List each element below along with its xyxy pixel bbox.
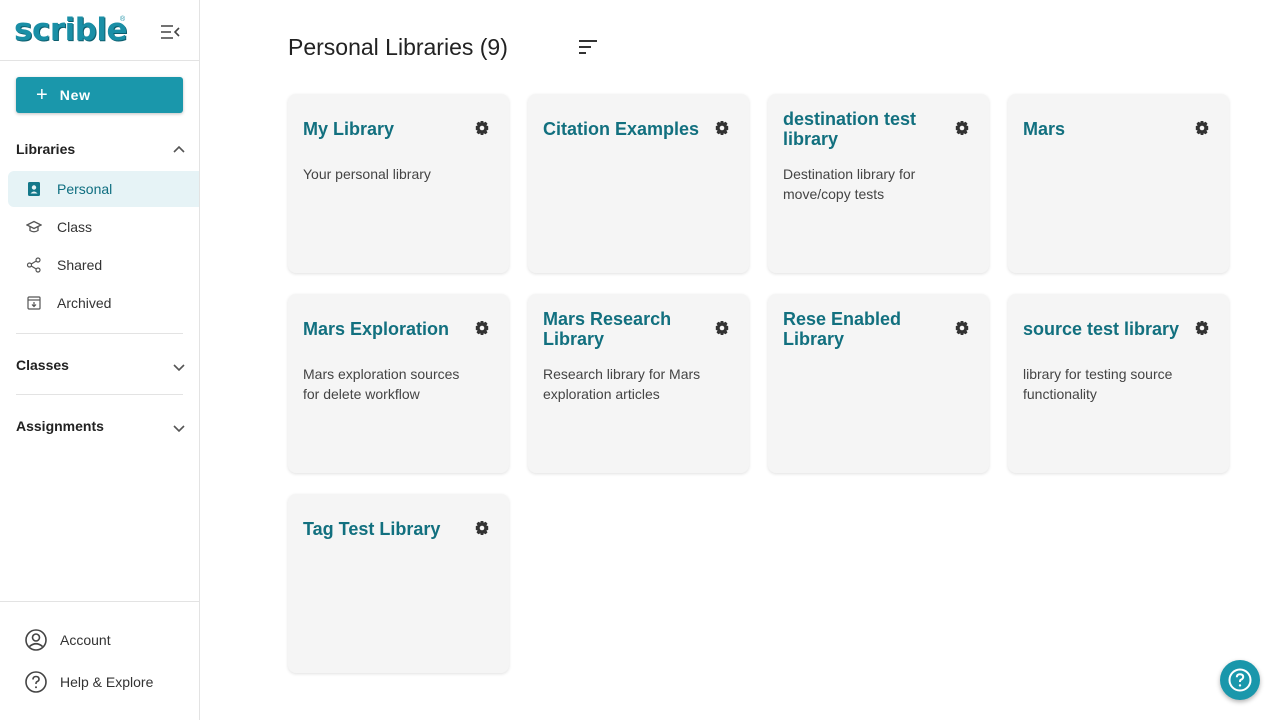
divider	[16, 333, 183, 334]
library-card-title: Citation Examples	[543, 119, 700, 139]
classes-section-toggle[interactable]: Classes	[16, 353, 186, 377]
logo-row: scrible ®	[0, 0, 199, 61]
gear-icon[interactable]	[1193, 319, 1211, 337]
gear-icon[interactable]	[953, 319, 971, 337]
share-icon	[26, 257, 42, 273]
sort-icon[interactable]	[576, 37, 600, 57]
library-card-title: Mars Exploration	[303, 319, 450, 339]
library-card-description: library for testing source functionality	[1023, 366, 1173, 402]
libraries-section-toggle[interactable]: Libraries	[16, 137, 186, 161]
library-card-source-test-library[interactable]: source test library library for testing …	[1008, 294, 1229, 473]
graduation-cap-icon	[26, 219, 42, 235]
account-circle-icon	[25, 629, 47, 651]
library-card-mars-exploration[interactable]: Mars Exploration Mars exploration source…	[288, 294, 509, 473]
account-button[interactable]: Account	[24, 627, 111, 653]
gear-icon[interactable]	[713, 119, 731, 137]
library-card-title: source test library	[1023, 319, 1180, 339]
assignments-section-title: Assignments	[16, 418, 104, 434]
sidebar: scrible ® + New Libraries Personal Class…	[0, 0, 200, 720]
archive-icon	[26, 295, 42, 311]
sidebar-item-archived[interactable]: Archived	[8, 285, 199, 321]
sidebar-item-class[interactable]: Class	[8, 209, 199, 245]
gear-icon[interactable]	[713, 319, 731, 337]
gear-icon[interactable]	[1193, 119, 1211, 137]
library-card-my-library[interactable]: My Library Your personal library	[288, 94, 509, 273]
gear-icon[interactable]	[473, 519, 491, 537]
help-circle-icon	[1228, 668, 1252, 692]
divider	[16, 394, 183, 395]
gear-icon[interactable]	[473, 119, 491, 137]
sidebar-item-shared[interactable]: Shared	[8, 247, 199, 283]
library-card-title: Mars Research Library	[543, 309, 672, 349]
library-card-title: Mars	[1023, 119, 1066, 139]
gear-icon[interactable]	[953, 119, 971, 137]
library-card-rese-enabled-library[interactable]: Rese Enabled Library	[768, 294, 989, 473]
account-label: Account	[60, 632, 111, 648]
chevron-down-icon	[173, 425, 185, 433]
library-card-description: Your personal library	[303, 166, 431, 182]
sidebar-item-label: Class	[57, 219, 93, 235]
library-card-tag-test-library[interactable]: Tag Test Library	[288, 494, 509, 673]
divider	[0, 601, 199, 602]
scrible-logo[interactable]: scrible	[14, 12, 128, 48]
collapse-sidebar-icon[interactable]	[158, 21, 182, 43]
help-circle-icon	[25, 671, 47, 693]
assignments-section-toggle[interactable]: Assignments	[16, 414, 186, 438]
new-button-label: New	[59, 87, 91, 103]
classes-section-title: Classes	[16, 357, 69, 373]
library-card-description: Mars exploration sources for delete work…	[303, 366, 460, 402]
sidebar-item-personal[interactable]: Personal	[8, 171, 199, 207]
library-card-destination-test-library[interactable]: destination test library Destination lib…	[768, 94, 989, 273]
library-card-mars-research-library[interactable]: Mars Research Library Research library f…	[528, 294, 749, 473]
help-explore-button[interactable]: Help & Explore	[24, 669, 153, 695]
sidebar-item-label: Archived	[57, 295, 112, 311]
library-card-title: My Library	[303, 119, 395, 139]
new-button[interactable]: + New	[16, 77, 183, 113]
sidebar-item-label: Personal	[57, 181, 113, 197]
library-card-title: Tag Test Library	[303, 519, 441, 539]
sidebar-item-label: Shared	[57, 257, 103, 273]
page-title: Personal Libraries (9)	[288, 34, 508, 60]
contact-book-icon	[26, 181, 42, 197]
help-explore-label: Help & Explore	[60, 674, 154, 690]
plus-icon: +	[36, 84, 48, 106]
library-card-description: Research library for Mars exploration ar…	[543, 366, 701, 402]
chevron-up-icon	[173, 145, 185, 153]
library-card-description: Destination library for move/copy tests	[783, 166, 916, 202]
registered-mark: ®	[120, 16, 126, 23]
help-fab-button[interactable]	[1220, 660, 1260, 700]
library-card-citation-examples[interactable]: Citation Examples	[528, 94, 749, 273]
app-root: scrible ® + New Libraries Personal Class…	[0, 0, 1280, 720]
library-card-title: destination test library	[783, 109, 917, 149]
gear-icon[interactable]	[473, 319, 491, 337]
library-card-mars[interactable]: Mars	[1008, 94, 1229, 273]
library-card-title: Rese Enabled Library	[783, 309, 902, 349]
chevron-down-icon	[173, 364, 185, 372]
libraries-section-title: Libraries	[16, 141, 76, 157]
